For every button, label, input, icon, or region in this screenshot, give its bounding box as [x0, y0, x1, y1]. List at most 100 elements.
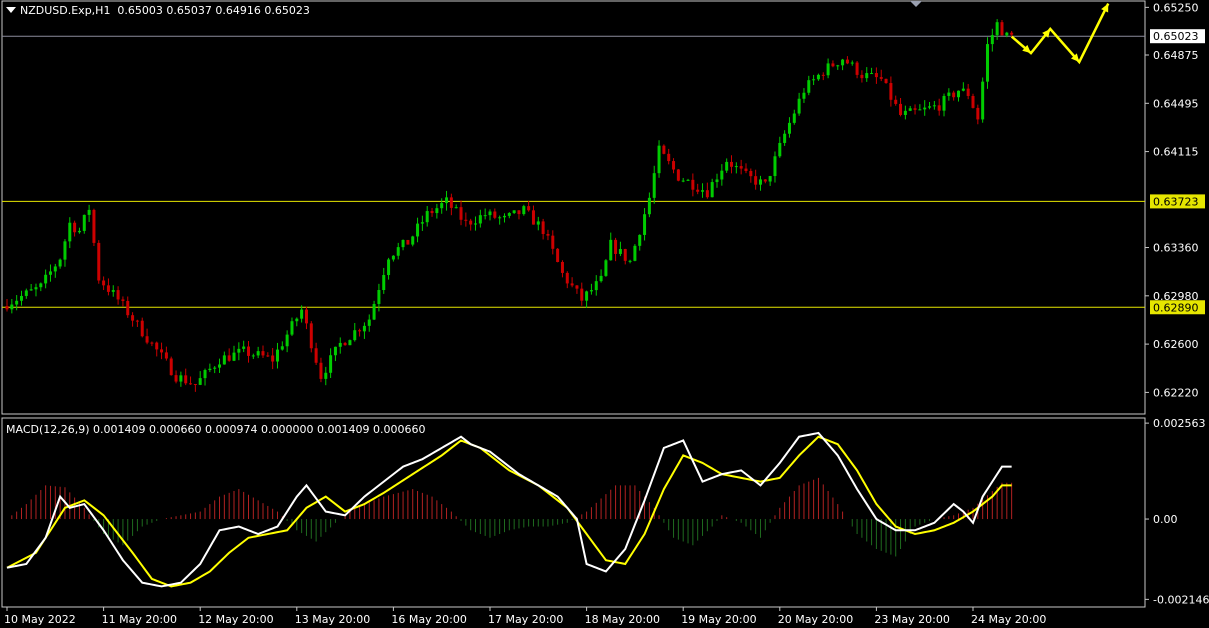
- bear-candle: [705, 190, 709, 198]
- bear-candle: [464, 219, 468, 221]
- bear-candle: [406, 239, 410, 245]
- bull-candle: [797, 98, 801, 114]
- bull-candle: [256, 351, 260, 356]
- bear-candle: [531, 210, 535, 225]
- macd-axis-label: 0.00: [1153, 513, 1178, 526]
- bear-candle: [556, 248, 560, 262]
- bull-candle: [522, 206, 526, 215]
- bear-candle: [551, 235, 555, 249]
- level-price-label: 0.63723: [1153, 195, 1199, 208]
- bear-candle: [749, 170, 753, 177]
- bear-candle: [889, 83, 893, 100]
- bull-candle: [251, 355, 255, 357]
- bull-candle: [536, 221, 540, 225]
- bear-candle: [247, 346, 250, 356]
- bull-candle: [329, 355, 333, 373]
- bull-candle: [19, 295, 23, 301]
- price-panel-frame: [1, 0, 1146, 415]
- bull-candle: [985, 44, 989, 82]
- bear-candle: [227, 355, 231, 361]
- price-axis-label: 0.64495: [1153, 97, 1199, 110]
- trading-chart[interactable]: 0.652500.648750.644950.641150.633600.629…: [0, 0, 1209, 628]
- bull-candle: [957, 90, 961, 98]
- bear-candle: [937, 105, 941, 111]
- scroll-marker-icon[interactable]: [910, 1, 922, 7]
- bull-candle: [990, 35, 994, 45]
- time-axis-label: 11 May 20:00: [102, 613, 177, 626]
- bear-candle: [623, 249, 627, 261]
- price-axis-label: 0.62220: [1153, 386, 1199, 399]
- bull-candle: [725, 161, 729, 171]
- time-axis-label: 24 May 20:00: [971, 613, 1046, 626]
- bull-candle: [391, 255, 395, 260]
- bear-candle: [894, 99, 898, 104]
- bull-candle: [585, 291, 589, 301]
- bull-candle: [643, 214, 647, 235]
- bull-candle: [903, 110, 907, 115]
- bull-candle: [77, 230, 81, 233]
- bull-candle: [807, 80, 811, 93]
- bull-candle: [932, 105, 936, 107]
- bull-candle: [396, 247, 400, 256]
- bull-candle: [382, 275, 386, 291]
- bear-candle: [580, 288, 584, 301]
- bear-candle: [744, 168, 748, 171]
- macd-panel-frame: [1, 417, 1146, 608]
- bull-candle: [242, 346, 246, 349]
- bull-candle: [275, 349, 279, 362]
- bull-candle: [488, 211, 492, 216]
- bull-candle: [372, 303, 376, 320]
- projection-path[interactable]: [1010, 2, 1110, 65]
- bear-candle: [469, 220, 473, 225]
- bull-candle: [594, 281, 598, 291]
- bear-candle: [73, 222, 77, 233]
- bear-candle: [1000, 22, 1004, 36]
- bull-candle: [589, 290, 593, 292]
- price-axis-label: 0.64115: [1153, 146, 1199, 159]
- bull-candle: [338, 342, 342, 347]
- bull-candle: [507, 213, 511, 216]
- bear-candle: [976, 107, 980, 120]
- bull-candle: [387, 259, 391, 276]
- bull-candle: [34, 287, 38, 290]
- bull-candle: [367, 319, 371, 326]
- bull-candle: [63, 241, 67, 260]
- bull-candle: [604, 260, 608, 276]
- bear-candle: [160, 349, 164, 353]
- bull-candle: [483, 215, 487, 217]
- bull-candle: [377, 290, 381, 304]
- time-axis-label: 13 May 20:00: [295, 613, 370, 626]
- current-price-label: 0.65023: [1153, 30, 1199, 43]
- bear-candle: [184, 375, 188, 384]
- bull-candle: [836, 65, 840, 67]
- bear-candle: [155, 342, 159, 350]
- bull-candle: [222, 355, 226, 365]
- bear-candle: [855, 62, 859, 75]
- bull-candle: [647, 197, 651, 215]
- bear-candle: [546, 233, 550, 236]
- symbol-info: NZDUSD.Exp,H1 0.65003 0.65037 0.64916 0.…: [6, 4, 310, 17]
- time-axis-label: 18 May 20:00: [585, 613, 660, 626]
- bull-candle: [633, 245, 637, 261]
- bear-candle: [449, 197, 453, 208]
- collapse-triangle-icon[interactable]: [6, 7, 16, 13]
- bear-candle: [831, 63, 835, 67]
- time-axis-label: 20 May 20:00: [778, 613, 853, 626]
- macd-axis-label: 0.002563: [1153, 417, 1206, 430]
- bear-candle: [319, 362, 323, 379]
- bull-candle: [58, 259, 62, 267]
- bear-candle: [691, 179, 695, 190]
- bull-candle: [947, 92, 951, 96]
- bull-candle: [652, 173, 656, 198]
- bull-candle: [1005, 32, 1009, 36]
- bull-candle: [324, 372, 328, 379]
- bear-candle: [493, 211, 497, 218]
- bull-candle: [802, 92, 806, 99]
- bull-candle: [454, 207, 458, 209]
- bear-candle: [952, 92, 956, 98]
- bull-candle: [82, 214, 86, 231]
- bear-candle: [174, 375, 178, 382]
- bull-candle: [701, 190, 705, 192]
- bull-candle: [111, 290, 115, 292]
- bull-candle: [208, 368, 212, 371]
